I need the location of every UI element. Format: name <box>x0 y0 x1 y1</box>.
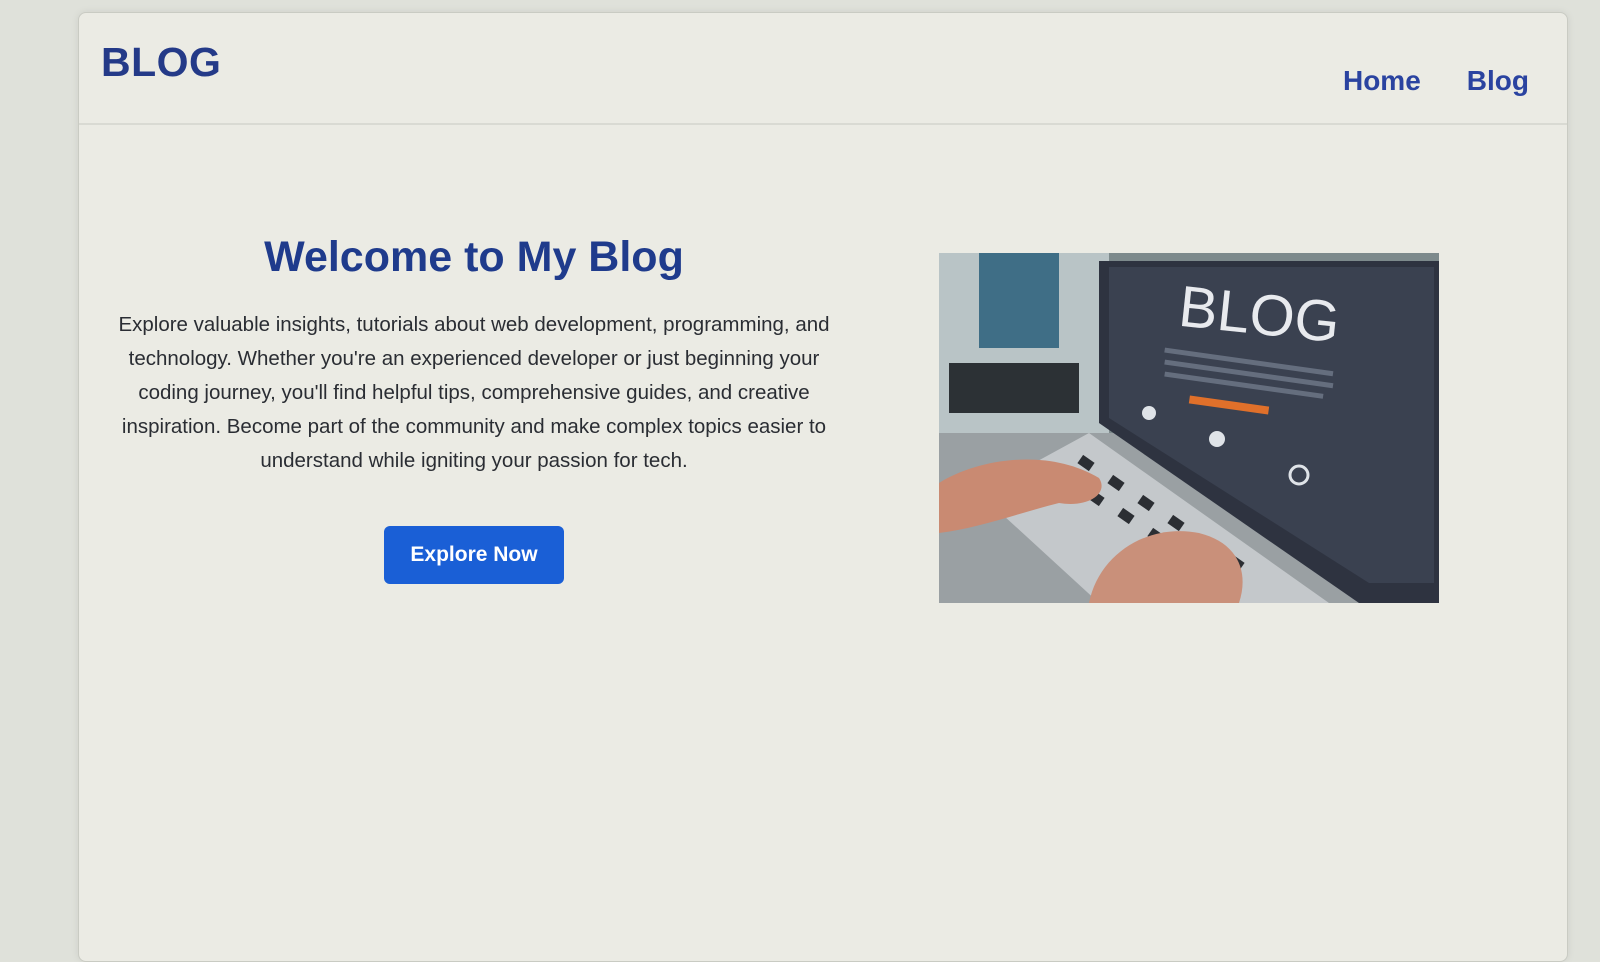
hero-title: Welcome to My Blog <box>264 233 684 281</box>
nav-links: Home Blog <box>1343 65 1529 97</box>
site-logo[interactable]: BLOG <box>101 39 221 86</box>
explore-now-button[interactable]: Explore Now <box>384 526 564 584</box>
browser-viewport: BLOG Home Blog Welcome to My Blog Explor… <box>78 12 1568 962</box>
laptop-blog-photo-icon: BLOG <box>939 253 1439 603</box>
hero-image: BLOG <box>939 253 1439 603</box>
nav-link-home[interactable]: Home <box>1343 65 1421 97</box>
nav-link-blog[interactable]: Blog <box>1467 65 1529 97</box>
hero-section: Welcome to My Blog Explore valuable insi… <box>109 233 839 584</box>
hero-description: Explore valuable insights, tutorials abo… <box>118 313 830 472</box>
navbar: BLOG Home Blog <box>79 13 1567 125</box>
